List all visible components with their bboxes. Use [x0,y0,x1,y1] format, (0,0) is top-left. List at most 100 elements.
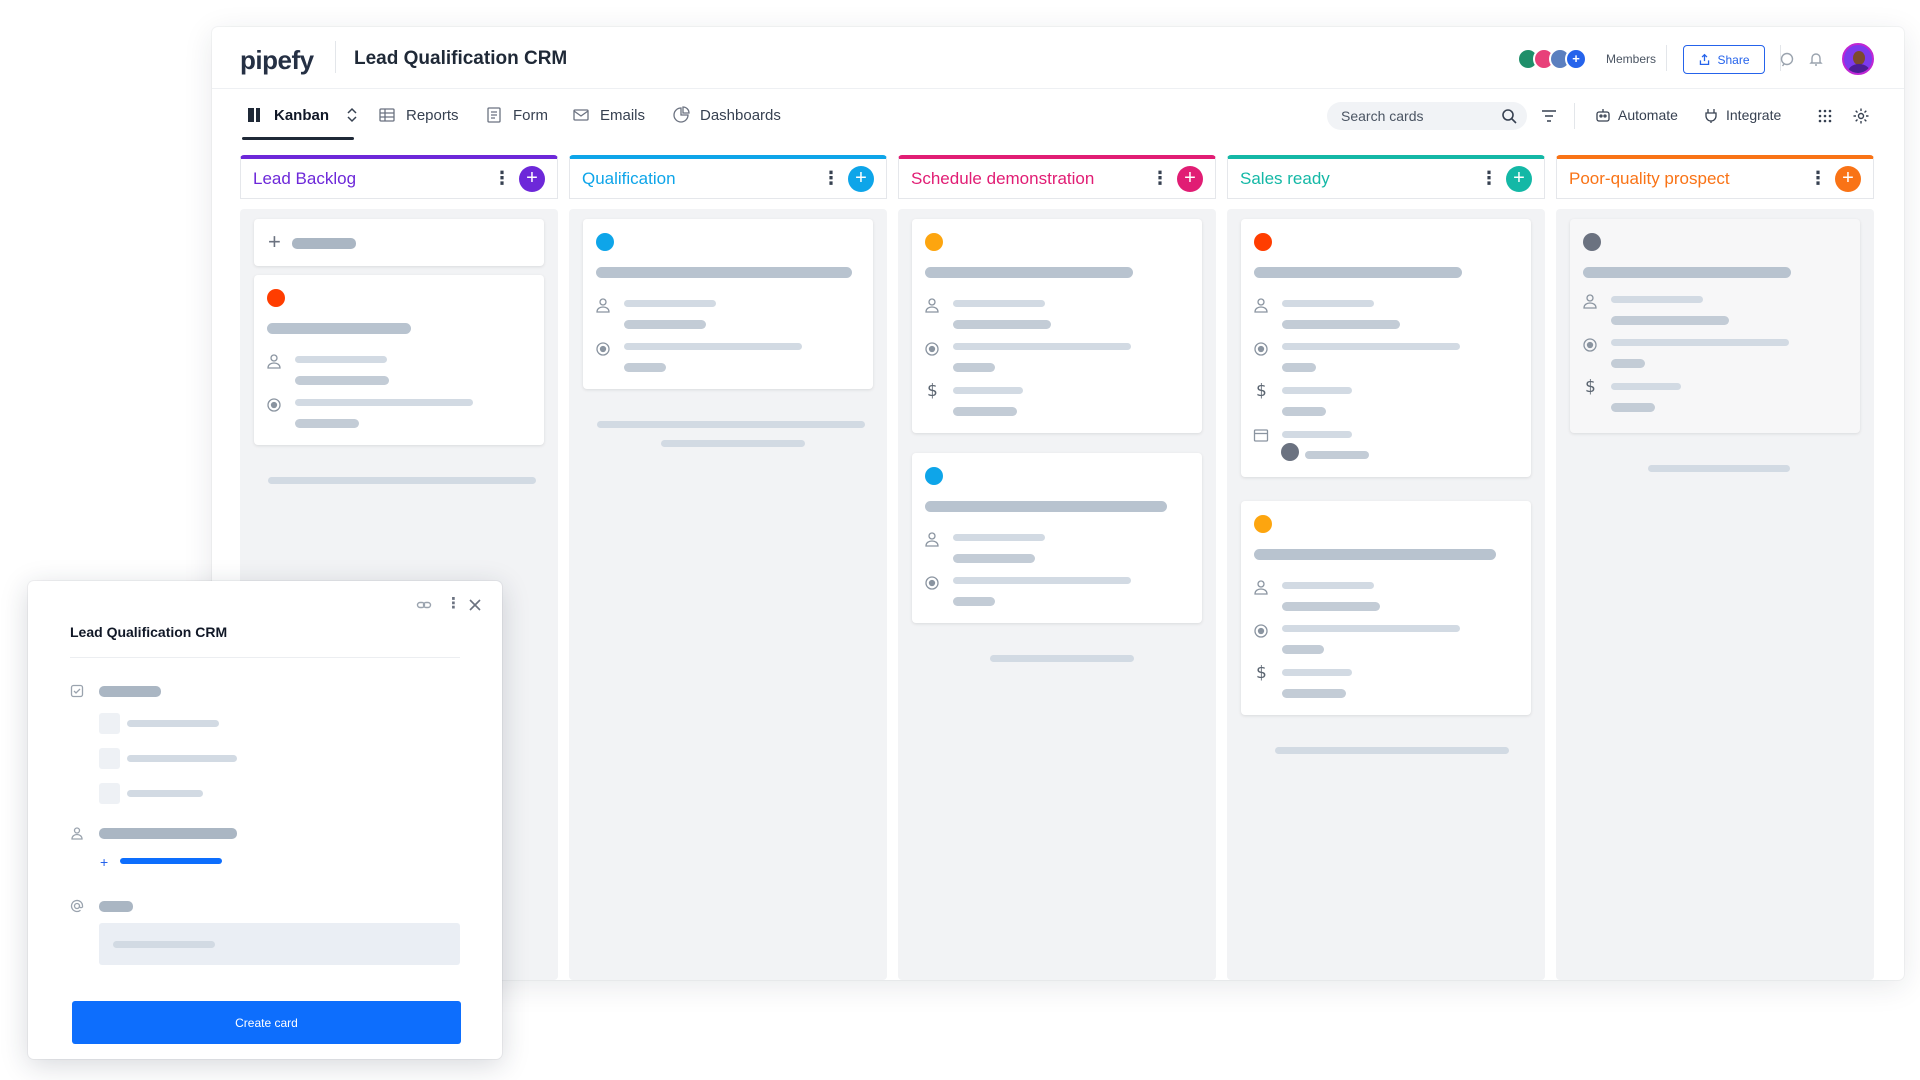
placeholder-bar [1611,403,1655,412]
search-icon[interactable] [1501,108,1517,124]
pipe-card[interactable]: $ [1241,501,1531,715]
divider [1666,45,1667,71]
placeholder-bar [1282,300,1374,307]
checkbox[interactable] [99,748,120,769]
add-member-button[interactable]: + [1565,48,1587,70]
placeholder-bar [1254,267,1462,278]
new-card-button[interactable]: + [254,219,544,266]
more-vertical-icon[interactable]: ⋮ [822,168,840,190]
mail-icon [573,109,589,121]
at-sign-icon [70,899,84,913]
pipe-card[interactable]: $ [1241,219,1531,477]
phase-body: $ [1556,209,1874,980]
tab-emails[interactable]: Emails [572,89,645,141]
plus-icon[interactable]: + [100,854,108,870]
link-icon[interactable] [416,597,432,613]
filter-icon[interactable] [1540,107,1558,125]
divider [335,41,336,73]
member-avatars[interactable]: + [1517,48,1617,70]
placeholder-bar [953,597,995,606]
gear-icon[interactable] [1852,107,1870,125]
chevron-up-down-icon[interactable] [343,106,361,124]
phase-header[interactable]: Qualification ⋮ + [569,155,887,199]
pipe-card[interactable] [912,453,1202,623]
automate-button[interactable]: Automate [1594,89,1678,141]
placeholder-bar [1254,549,1496,560]
kanban-icon [248,108,260,122]
more-vertical-icon[interactable]: ⋮ [446,594,461,612]
plus-icon: + [268,229,281,254]
placeholder-bar [295,419,359,428]
phase-title[interactable]: Poor-quality prospect [1569,169,1730,189]
pipe-card[interactable] [583,219,873,389]
add-card-button[interactable]: + [1835,166,1861,192]
phase-header[interactable]: Poor-quality prospect ⋮ + [1556,155,1874,199]
apps-grid-icon[interactable] [1816,107,1834,125]
more-vertical-icon[interactable]: ⋮ [1809,168,1827,190]
avatar-face [1853,51,1865,65]
add-card-button[interactable]: + [519,166,545,192]
phase-header[interactable]: Schedule demonstration ⋮ + [898,155,1216,199]
add-card-button[interactable]: + [848,166,874,192]
placeholder-bar [1282,645,1324,654]
user-icon [71,827,83,840]
target-icon [1583,338,1597,352]
more-vertical-icon[interactable]: ⋮ [1151,168,1169,190]
phase-header[interactable]: Lead Backlog ⋮ + [240,155,558,199]
search-input[interactable]: Search cards [1327,102,1527,130]
user-icon [925,532,939,547]
add-card-button[interactable]: + [1506,166,1532,192]
load-more-bar[interactable] [1275,747,1509,754]
user-avatar[interactable] [1842,43,1874,75]
pipe-card[interactable]: $ [912,219,1202,433]
phase-header[interactable]: Sales ready ⋮ + [1227,155,1545,199]
avatar-body [1848,64,1870,73]
phase-title[interactable]: Sales ready [1240,169,1330,189]
create-card-button[interactable]: Create card [72,1001,461,1044]
placeholder-bar [953,300,1045,307]
load-more-bar[interactable] [1648,465,1790,472]
placeholder-bar [1282,431,1352,438]
chat-icon[interactable] [1779,51,1795,67]
tab-label: Form [513,106,548,124]
load-more-bar[interactable] [268,477,536,484]
add-assignee-link[interactable] [120,858,222,864]
tab-kanban[interactable]: Kanban [246,89,361,141]
load-more-bar[interactable] [990,655,1134,662]
table-icon [379,108,395,122]
close-icon[interactable] [468,598,482,612]
placeholder-bar [596,267,852,278]
email-field[interactable] [99,923,460,965]
members-label[interactable]: Members [1606,52,1656,66]
integrate-button[interactable]: Integrate [1702,89,1781,141]
placeholder-bar [953,407,1017,416]
tab-dashboards[interactable]: Dashboards [672,89,781,141]
checkbox[interactable] [99,783,120,804]
more-vertical-icon[interactable]: ⋮ [493,168,511,190]
pipe-card[interactable]: $ [1570,219,1860,433]
top-bar: pipefy Lead Qualification CRM + Members … [212,27,1904,89]
add-card-button[interactable]: + [1177,166,1203,192]
phase-body: $ $ [1227,209,1545,980]
pipefy-logo[interactable]: pipefy [240,45,314,76]
dollar-icon: $ [1256,381,1267,401]
tab-reports[interactable]: Reports [378,89,459,141]
load-more-bar[interactable] [597,421,865,428]
tab-form[interactable]: Form [485,89,548,141]
phase-title[interactable]: Schedule demonstration [911,169,1094,189]
load-more-bar[interactable] [661,440,805,447]
placeholder-bar [953,387,1023,394]
placeholder-bar [624,300,716,307]
target-icon [1254,624,1268,638]
more-vertical-icon[interactable]: ⋮ [1480,168,1498,190]
share-button[interactable]: Share [1683,45,1765,74]
placeholder-bar [127,720,219,727]
phase-title[interactable]: Lead Backlog [253,169,356,189]
checkbox[interactable] [99,713,120,734]
bell-icon[interactable] [1808,51,1824,67]
placeholder-bar [1611,296,1703,303]
phase-title[interactable]: Qualification [582,169,676,189]
placeholder-bar [99,901,133,912]
pipe-card[interactable] [254,275,544,445]
placeholder-bar [1282,407,1326,416]
